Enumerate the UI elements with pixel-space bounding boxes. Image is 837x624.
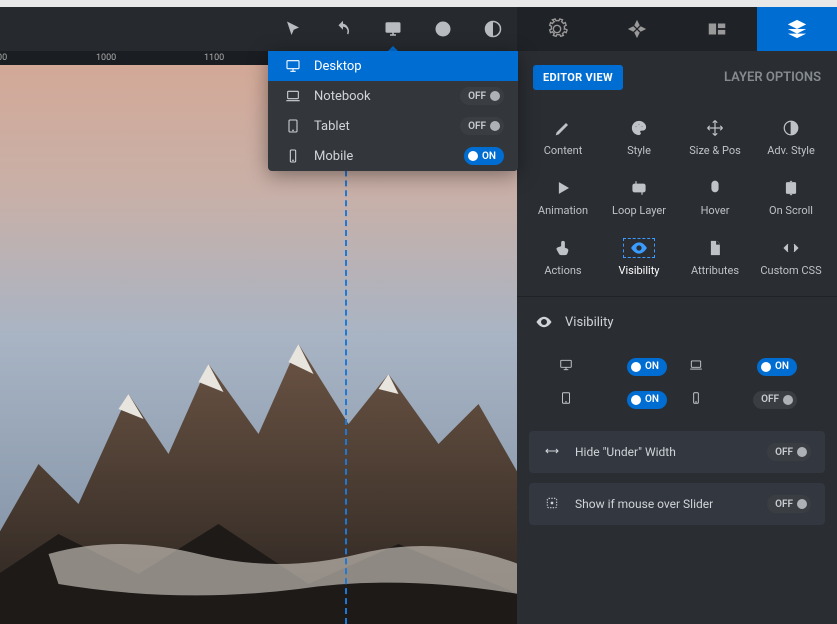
tablet-icon [284, 118, 302, 134]
prop-label: Actions [544, 264, 581, 277]
prop-size-pos[interactable]: Size & Pos [677, 110, 753, 164]
tablet-icon [557, 390, 575, 409]
prop-adv-style[interactable]: Adv. Style [753, 110, 829, 164]
layer-options-button[interactable]: LAYER OPTIONS [724, 70, 821, 85]
editor-view-button[interactable]: EDITOR VIEW [533, 65, 623, 90]
doc-icon [706, 238, 724, 258]
prop-label: Hover [701, 204, 730, 217]
cursor-tool-button[interactable] [268, 7, 318, 51]
touch-icon [554, 238, 572, 258]
visibility-toggle-notebook[interactable]: ON [757, 358, 797, 376]
prop-label: Loop Layer [612, 204, 666, 217]
device-option-label: Tablet [314, 119, 350, 134]
visibility-mobile: OFF [687, 390, 797, 409]
desktop-icon [284, 58, 302, 74]
prop-label: Custom CSS [760, 264, 821, 277]
help-button[interactable] [418, 7, 468, 51]
option-toggle[interactable]: OFF [767, 443, 811, 461]
option-row[interactable]: Show if mouse over Slider OFF [529, 483, 825, 525]
prop-hover[interactable]: Hover [677, 170, 753, 224]
visibility-toggle-desktop[interactable]: ON [627, 358, 667, 376]
prop-content[interactable]: Content [525, 110, 601, 164]
visibility-section-header: Visibility [517, 296, 837, 349]
eye-icon [623, 238, 655, 258]
properties-panel: EDITOR VIEW LAYER OPTIONS Content Style … [517, 51, 837, 624]
settings-tab[interactable] [517, 7, 597, 51]
visibility-notebook: ON [687, 357, 797, 376]
ruler-tick: 1100 [204, 53, 224, 63]
device-option-label: Desktop [314, 59, 362, 74]
prop-actions[interactable]: Actions [525, 230, 601, 284]
prop-label: Style [627, 144, 651, 157]
visibility-toggle-tablet[interactable]: ON [627, 391, 667, 409]
device-option-tablet[interactable]: Tablet OFF [268, 111, 518, 141]
prop-label: Size & Pos [689, 144, 741, 157]
notebook-icon [284, 88, 302, 104]
eye-icon [535, 313, 553, 331]
undo-button[interactable] [318, 7, 368, 51]
device-toggle-notebook[interactable]: OFF [460, 87, 504, 105]
prop-label: Content [544, 144, 583, 157]
contrast-icon [782, 118, 800, 138]
devices-dropdown: Desktop Notebook OFF Tablet OFF Mobile O… [268, 51, 518, 171]
prop-attributes[interactable]: Attributes [677, 230, 753, 284]
prop-label: On Scroll [769, 204, 813, 217]
ruler-tick: 900 [0, 53, 7, 63]
device-option-label: Mobile [314, 149, 353, 164]
play-icon [554, 178, 572, 198]
device-toggle-mobile[interactable]: ON [464, 147, 504, 165]
option-toggle[interactable]: OFF [767, 495, 811, 513]
device-option-label: Notebook [314, 89, 371, 104]
pencil-icon [554, 118, 572, 138]
section-title: Visibility [565, 315, 614, 330]
visibility-tablet: ON [557, 390, 667, 409]
prop-on-scroll[interactable]: On Scroll [753, 170, 829, 224]
prop-label: Adv. Style [767, 144, 815, 157]
loop-icon [630, 178, 648, 198]
move-icon [706, 118, 724, 138]
device-option-desktop[interactable]: Desktop [268, 51, 518, 81]
prop-style[interactable]: Style [601, 110, 677, 164]
devices-button[interactable] [368, 7, 418, 51]
option-label: Show if mouse over Slider [575, 497, 713, 511]
mobile-icon [687, 390, 705, 409]
option-row[interactable]: Hide "Under" Width OFF [529, 431, 825, 473]
prop-animation[interactable]: Animation [525, 170, 601, 224]
mobile-icon [284, 148, 302, 164]
canvas-image [0, 274, 517, 624]
visibility-toggle-mobile[interactable]: OFF [753, 391, 797, 409]
layers-tab[interactable] [757, 7, 837, 51]
palette-icon [630, 118, 648, 138]
prop-label: Attributes [691, 264, 739, 277]
prop-visibility[interactable]: Visibility [601, 230, 677, 284]
desktop-icon [557, 357, 575, 376]
visibility-desktop: ON [557, 357, 667, 376]
hover-icon [543, 495, 561, 514]
gallery-tab[interactable] [677, 7, 757, 51]
scroll-icon [782, 178, 800, 198]
option-label: Hide "Under" Width [575, 445, 676, 459]
ruler-tick: 1000 [96, 53, 116, 63]
contrast-button[interactable] [468, 7, 518, 51]
side-tabs [517, 7, 837, 51]
device-option-mobile[interactable]: Mobile ON [268, 141, 518, 171]
prop-label: Animation [538, 204, 588, 217]
device-option-notebook[interactable]: Notebook OFF [268, 81, 518, 111]
mouse-icon [706, 178, 724, 198]
window-chrome [0, 0, 837, 7]
navigation-tab[interactable] [597, 7, 677, 51]
prop-loop-layer[interactable]: Loop Layer [601, 170, 677, 224]
prop-custom-css[interactable]: Custom CSS [753, 230, 829, 284]
prop-label: Visibility [618, 264, 659, 277]
device-toggle-tablet[interactable]: OFF [460, 117, 504, 135]
notebook-icon [687, 357, 705, 376]
code-icon [782, 238, 800, 258]
width-icon [543, 443, 561, 462]
